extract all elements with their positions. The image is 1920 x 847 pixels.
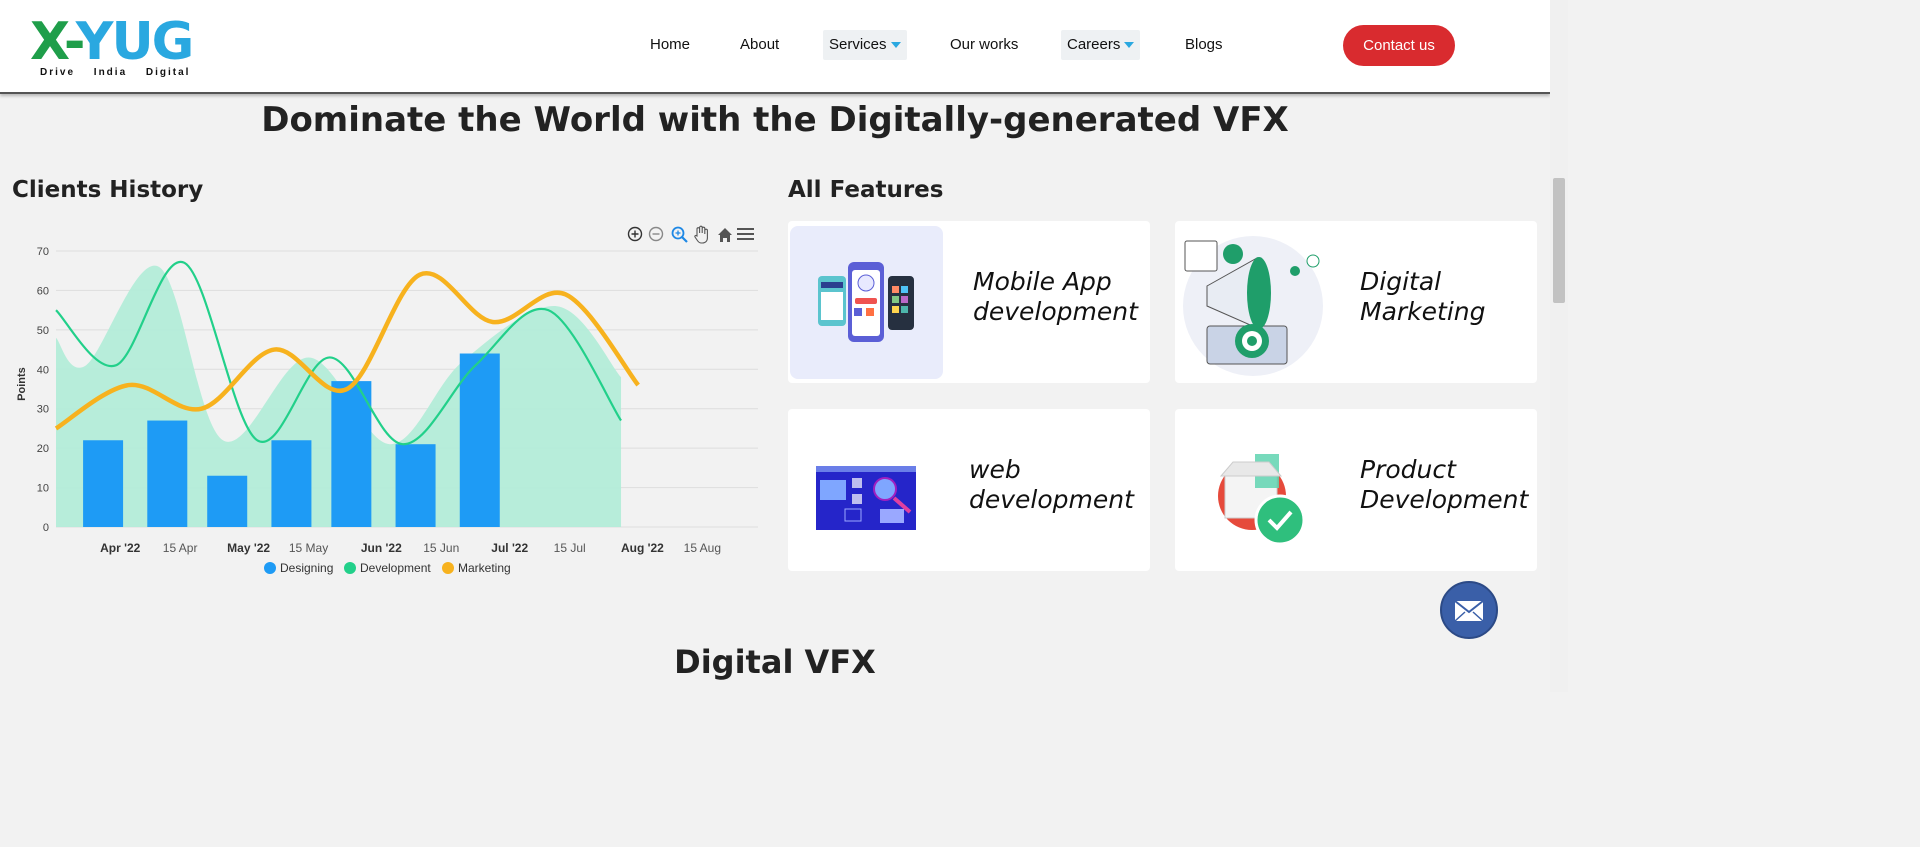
product-box-illustration	[1177, 414, 1330, 567]
feature-label: Product Development	[1360, 455, 1529, 514]
nav-blogs[interactable]: Blogs	[1185, 30, 1223, 60]
mobile-app-illustration	[790, 226, 943, 379]
scrollbar-thumb[interactable]	[1553, 178, 1565, 303]
y-tick-label: 0	[43, 522, 49, 534]
legend-label: Designing	[280, 561, 333, 575]
section-title-digital-vfx: Digital VFX	[674, 643, 876, 681]
clients-history-title: Clients History	[12, 177, 204, 203]
logo[interactable]: X-YUG Drive India Digital	[30, 12, 200, 82]
feature-card-digital-marketing[interactable]: Digital Marketing	[1175, 221, 1537, 383]
web-dev-illustration	[790, 414, 943, 567]
page-scrollbar[interactable]	[1550, 0, 1568, 692]
y-tick-label: 50	[37, 325, 49, 337]
feature-label: web development	[969, 455, 1134, 514]
y-tick-label: 30	[37, 404, 49, 416]
y-tick-label: 70	[37, 246, 49, 258]
feature-card-mobile-app[interactable]: Mobile App development	[788, 221, 1150, 383]
chevron-down-icon	[890, 42, 901, 49]
zoom-out-icon[interactable]	[648, 226, 664, 242]
nav-careers[interactable]: Careers	[1061, 30, 1141, 60]
chart-canvas: 0 10 20 30 40 50 60 70 Apr '22 15 Apr May '22 15 M…	[16, 225, 758, 575]
mail-icon	[1454, 600, 1484, 622]
x-tick-label: 15 Apr	[163, 541, 198, 555]
reset-home-icon[interactable]	[718, 228, 732, 242]
nav-services[interactable]: Services	[823, 30, 907, 60]
logo-tagline: Drive India Digital	[40, 67, 191, 78]
pan-hand-icon[interactable]	[694, 225, 708, 244]
x-tick-label: May '22	[227, 541, 270, 555]
legend-marker	[442, 562, 454, 574]
legend-label: Marketing	[458, 561, 511, 575]
megaphone-illustration	[1177, 226, 1330, 379]
y-tick-label: 60	[37, 285, 49, 297]
legend-item[interactable]: Designing	[264, 561, 333, 575]
feature-card-web-development[interactable]: web development	[788, 409, 1150, 571]
nav-our-works[interactable]: Our works	[950, 30, 1018, 60]
chevron-down-icon	[1124, 42, 1135, 49]
x-tick-label: Jul '22	[491, 541, 528, 555]
nav-home[interactable]: Home	[650, 30, 690, 60]
legend-item[interactable]: Marketing	[442, 561, 511, 575]
legend-marker	[344, 562, 356, 574]
designing-bar	[147, 420, 188, 527]
designing-bar	[83, 440, 124, 527]
x-tick-label: 15 Aug	[684, 541, 721, 555]
page-title: Dominate the World with the Digitally-ge…	[261, 100, 1289, 140]
logo-wordmark: X-YUG	[30, 12, 194, 72]
legend-marker	[264, 562, 276, 574]
all-features-title: All Features	[788, 177, 944, 203]
legend-item[interactable]: Development	[344, 561, 431, 575]
designing-bar	[331, 381, 372, 527]
site-header: X-YUG Drive India Digital Home About Ser…	[0, 0, 1550, 94]
contact-us-button[interactable]: Contact us	[1343, 25, 1455, 66]
feature-card-product-development[interactable]: Product Development	[1175, 409, 1537, 571]
menu-icon[interactable]	[737, 228, 754, 240]
feature-label: Digital Marketing	[1360, 267, 1486, 326]
selection-zoom-icon[interactable]	[671, 226, 688, 243]
zoom-in-icon[interactable]	[627, 226, 643, 242]
x-tick-label: Aug '22	[621, 541, 664, 555]
x-tick-label: 15 May	[289, 541, 328, 555]
mail-float-button[interactable]	[1440, 581, 1498, 639]
y-tick-label: 20	[37, 443, 49, 455]
y-tick-label: 10	[37, 483, 49, 495]
designing-bar	[459, 353, 500, 527]
designing-bar	[207, 475, 248, 527]
designing-bar	[395, 444, 436, 527]
feature-label: Mobile App development	[973, 267, 1138, 326]
nav-about[interactable]: About	[740, 30, 779, 60]
legend-label: Development	[360, 561, 431, 575]
x-tick-label: 15 Jun	[423, 541, 459, 555]
designing-bar	[271, 440, 312, 527]
x-tick-label: 15 Jul	[554, 541, 586, 555]
y-axis-label: Points	[16, 367, 28, 401]
x-tick-label: Apr '22	[100, 541, 141, 555]
x-tick-label: Jun '22	[361, 541, 402, 555]
clients-history-chart: 0 10 20 30 40 50 60 70 Apr '22 15 Apr May '22 15 M…	[0, 215, 770, 585]
y-tick-label: 40	[37, 364, 49, 376]
